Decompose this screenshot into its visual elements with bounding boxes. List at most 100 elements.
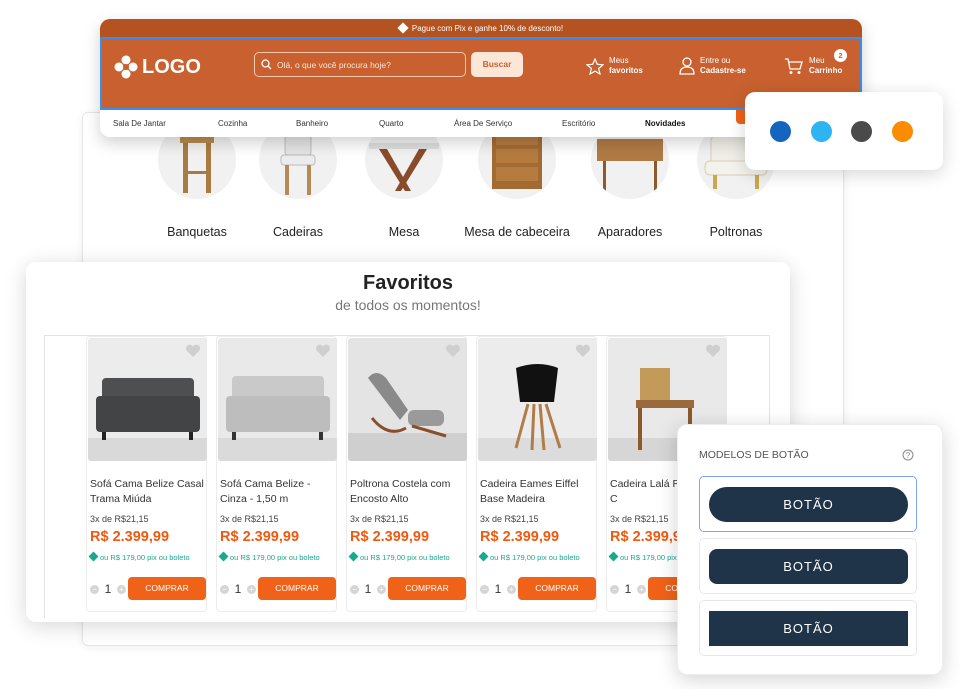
favorites-link[interactable]: Meus favoritos [586, 56, 643, 76]
category-mesa[interactable]: Mesa [349, 121, 459, 239]
user-icon [679, 57, 695, 75]
button-soft-rounded[interactable]: BOTÃO [709, 549, 908, 584]
nav-item-quarto[interactable]: Quarto [379, 119, 403, 128]
search-button[interactable]: Buscar [471, 52, 523, 77]
product-card[interactable]: Poltrona Costela com Encosto Alto 3x de … [346, 336, 467, 612]
nav-item-area-de-servico[interactable]: Área De Serviço [454, 119, 512, 128]
quantity-value: 1 [104, 582, 112, 596]
buy-button[interactable]: COMPRAR [518, 577, 596, 600]
pix-text: ou R$ 179,00 pix ou boleto [100, 553, 190, 562]
product-price: R$ 2.399,99 [480, 529, 560, 545]
cart-icon [785, 58, 803, 74]
product-image [478, 338, 597, 461]
product-pix-price: ou R$ 179,00 pix ou boleto [88, 551, 190, 562]
product-installments: 3x de R$21,15 [90, 514, 149, 524]
button-rounded-pill[interactable]: BOTÃO [709, 487, 908, 522]
pix-icon [348, 551, 359, 562]
color-swatch[interactable] [770, 121, 791, 142]
quantity-stepper[interactable]: −1 + [220, 577, 256, 601]
product-installments: 3x de R$21,15 [610, 514, 669, 524]
nav-item-cozinha[interactable]: Cozinha [218, 119, 247, 128]
logo[interactable]: LOGO [114, 55, 201, 79]
product-name[interactable]: Sofá Cama Belize - Cinza - 1,50 m [220, 477, 336, 507]
product-name[interactable]: Cadeira Eames Eiffel Base Madeira [480, 477, 596, 507]
minus-icon[interactable]: − [610, 584, 619, 594]
pix-text: ou R$ 179,00 pix ou boleto [230, 553, 320, 562]
search-placeholder: Olá, o que você procura hoje? [277, 59, 391, 70]
logo-text: LOGO [142, 55, 201, 78]
quantity-value: 1 [234, 582, 242, 596]
nav-item-sala-de-jantar[interactable]: Sala De Jantar [113, 119, 166, 128]
plus-icon[interactable]: + [507, 584, 516, 594]
quantity-stepper[interactable]: −1 + [90, 577, 126, 601]
quantity-value: 1 [494, 582, 502, 596]
quantity-stepper[interactable]: −1 + [480, 577, 516, 601]
cart-count-badge: 2 [834, 49, 847, 62]
promo-text: Pague com Pix e ganhe 10% de desconto! [411, 23, 564, 33]
search-input[interactable]: Olá, o que você procura hoje? [254, 52, 466, 77]
help-icon[interactable]: ? [902, 449, 914, 461]
heart-icon[interactable] [185, 344, 201, 358]
logo-icon [114, 55, 138, 79]
button-model-square-wrapper: BOTÃO [699, 600, 917, 656]
cart-link[interactable]: Meu Carrinho 2 [784, 49, 847, 76]
heart-icon[interactable] [705, 344, 721, 358]
minus-icon[interactable]: − [350, 584, 359, 594]
product-pix-price: ou R$ 179,00 pix ou boleto [218, 551, 320, 562]
category-cadeiras[interactable]: Cadeiras [243, 121, 353, 239]
color-swatch[interactable] [892, 121, 913, 142]
heart-icon[interactable] [315, 344, 331, 358]
category-label: Mesa [388, 225, 420, 239]
buy-button[interactable]: COMPRAR [258, 577, 336, 600]
plus-icon[interactable]: + [637, 584, 646, 594]
quantity-stepper[interactable]: −1 + [350, 577, 386, 601]
nav-item-novidades[interactable]: Novidades [645, 119, 685, 128]
plus-icon[interactable]: + [377, 584, 386, 594]
pix-icon [608, 551, 619, 562]
minus-icon[interactable]: − [480, 584, 489, 594]
color-swatch[interactable] [851, 121, 872, 142]
color-swatch[interactable] [811, 121, 832, 142]
category-label: Cadeiras [272, 225, 324, 239]
product-card[interactable]: Cadeira Eames Eiffel Base Madeira 3x de … [476, 336, 597, 612]
product-name[interactable]: Sofá Cama Belize Casal Trama Miúda [90, 477, 206, 507]
account-line2: Cadastre-se [700, 66, 746, 75]
category-aparadores[interactable]: Aparadores [575, 121, 685, 239]
product-pix-price: ou R$ 179,00 pix ou boleto [348, 551, 450, 562]
heart-icon[interactable] [445, 344, 461, 358]
favorites-subtitle: de todos os momentos! [335, 297, 481, 313]
product-installments: 3x de R$21,15 [480, 514, 539, 524]
category-banquetas[interactable]: Banquetas [142, 121, 252, 239]
minus-icon[interactable]: − [90, 584, 99, 594]
promo-bar: Pague com Pix e ganhe 10% de desconto! [100, 19, 862, 37]
product-card[interactable]: Sofá Cama Belize Casal Trama Miúda 3x de… [86, 336, 207, 612]
pix-text: ou R$ 179,00 pix ou boleto [490, 553, 580, 562]
color-palette-card [745, 92, 943, 170]
search-icon [261, 59, 272, 70]
nav-item-banheiro[interactable]: Banheiro [296, 119, 328, 128]
product-name[interactable]: Poltrona Costela com Encosto Alto [350, 477, 466, 507]
quantity-stepper[interactable]: −1 + [610, 577, 646, 601]
favorites-line1: Meus [609, 56, 629, 65]
account-link[interactable]: Entre ou Cadastre-se [679, 56, 746, 76]
pix-icon [478, 551, 489, 562]
category-mesa-de-cabeceira[interactable]: Mesa de cabeceira [462, 121, 572, 239]
nav-item-escritorio[interactable]: Escritório [562, 119, 595, 128]
product-installments: 3x de R$21,15 [350, 514, 409, 524]
buy-button[interactable]: COMPRAR [388, 577, 466, 600]
star-icon [586, 57, 604, 75]
minus-icon[interactable]: − [220, 584, 229, 594]
plus-icon[interactable]: + [117, 584, 126, 594]
quantity-value: 1 [624, 582, 632, 596]
category-label: Mesa de cabeceira [464, 225, 570, 239]
cart-line2: Carrinho [809, 66, 843, 75]
product-image [88, 338, 207, 461]
plus-icon[interactable]: + [247, 584, 256, 594]
pix-icon [88, 551, 99, 562]
product-card[interactable]: Sofá Cama Belize - Cinza - 1,50 m 3x de … [216, 336, 337, 612]
product-image [218, 338, 337, 461]
buy-button[interactable]: COMPRAR [128, 577, 206, 600]
button-square[interactable]: BOTÃO [709, 611, 908, 646]
product-price: R$ 2.399,99 [220, 529, 300, 545]
heart-icon[interactable] [575, 344, 591, 358]
